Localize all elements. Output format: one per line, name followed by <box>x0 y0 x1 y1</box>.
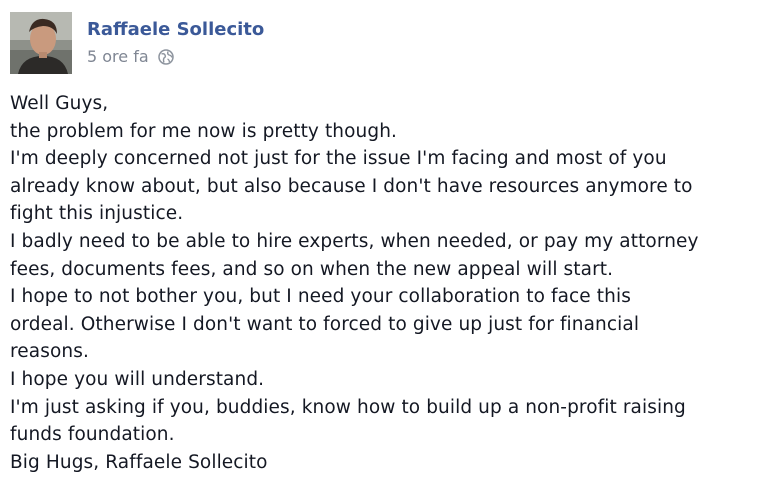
avatar[interactable] <box>10 12 72 74</box>
post-timestamp[interactable]: 5 ore fa <box>87 47 149 66</box>
post-text-line: funds foundation. <box>10 424 175 446</box>
post-text-line: I hope to not bother you, but I need you… <box>10 286 631 308</box>
post-text-line: Big Hugs, Raffaele Sollecito <box>10 451 268 473</box>
post-text-line: I'm just asking if you, buddies, know ho… <box>10 396 686 418</box>
globe-icon[interactable] <box>157 48 174 65</box>
post-text-line: fight this injustice. <box>10 203 184 225</box>
author-name-link[interactable]: Raffaele Sollecito <box>87 19 264 40</box>
post-text-line: I badly need to be able to hire experts,… <box>10 230 699 252</box>
post-text-line: reasons. <box>10 341 89 363</box>
profile-photo <box>10 12 72 74</box>
post-text-line: fees, documents fees, and so on when the… <box>10 258 614 280</box>
post-text-line: the problem for me now is pretty though. <box>10 120 398 142</box>
post-text-line: Well Guys, <box>10 93 109 114</box>
post-meta: 5 ore fa <box>87 47 174 66</box>
post-text-line: I hope you will understand. <box>10 368 265 390</box>
post-text-line: ordeal. Otherwise I don't want to forced… <box>10 313 640 335</box>
post-body: Well Guys, the problem for me now is pre… <box>10 90 762 476</box>
facebook-post: Raffaele Sollecito 5 ore fa Well Guys, t… <box>0 0 767 493</box>
post-text-line: I'm deeply concerned not just for the is… <box>10 148 667 170</box>
post-text-line: already know about, but also because I d… <box>10 175 693 197</box>
